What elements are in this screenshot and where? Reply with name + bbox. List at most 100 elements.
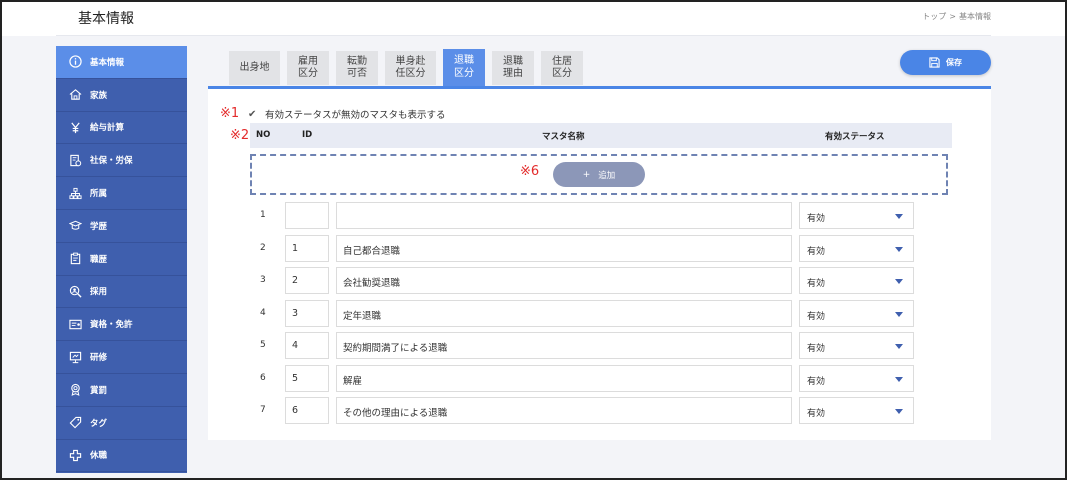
page-title: 基本情報 (78, 11, 134, 27)
sidebar-item-payroll[interactable]: 給与計算 (56, 112, 187, 145)
status-value: 有効 (807, 312, 826, 322)
sidebar-item-education[interactable]: 学歴 (56, 210, 187, 243)
id-input[interactable]: 6 (285, 397, 329, 424)
chevron-down-icon (895, 279, 903, 284)
tab-retirement-reason[interactable]: 退職 理由 (492, 51, 534, 85)
id-input[interactable] (285, 202, 329, 229)
sidebar-item-label: 職歴 (90, 254, 108, 265)
id-input[interactable]: 5 (285, 365, 329, 392)
status-value: 有効 (807, 279, 826, 289)
presentation-icon (68, 350, 82, 364)
tab-label: 退職 理由 (503, 55, 523, 80)
sidebar-item-training[interactable]: 研修 (56, 341, 187, 374)
column-header-name: マスタ名称 (542, 132, 585, 142)
sidebar-item-leave[interactable]: 休職 (56, 440, 187, 473)
add-label: 追加 (598, 170, 616, 181)
sidebar-item-qualifications[interactable]: 資格・免許 (56, 308, 187, 342)
row-no: 6 (260, 373, 266, 383)
tab-transfer-availability[interactable]: 転勤 可否 (336, 51, 378, 85)
status-value: 有効 (807, 409, 826, 419)
chevron-down-icon (895, 312, 903, 317)
tab-residence-type[interactable]: 住居 区分 (541, 51, 583, 85)
sidebar-item-label: 家族 (90, 90, 108, 101)
top-bar: 基本情報 トップ > 基本情報 (2, 2, 1065, 36)
add-button[interactable]: + 追加 (553, 162, 645, 187)
tab-label: 雇用 区分 (298, 55, 318, 80)
status-value: 有効 (807, 344, 826, 354)
floppy-disk-icon (929, 57, 940, 68)
sidebar-item-label: 学歴 (90, 221, 108, 232)
status-select[interactable]: 有効 (799, 332, 914, 359)
row-no: 7 (260, 405, 266, 415)
status-select[interactable]: 有効 (799, 267, 914, 294)
name-input[interactable]: 定年退職 (336, 300, 792, 327)
clipboard-icon (68, 252, 82, 266)
sidebar-item-recruitment[interactable]: 採用 (56, 276, 187, 309)
status-select[interactable]: 有効 (799, 397, 914, 424)
sidebar-item-insurance[interactable]: 社保・労保 (56, 144, 187, 178)
breadcrumb-top-link[interactable]: トップ (922, 12, 946, 21)
table-row: 3 2 会社勧奨退職 有効 (250, 267, 930, 294)
tab-birthplace[interactable]: 出身地 (229, 51, 280, 85)
yen-icon (68, 120, 82, 134)
medical-cross-icon (68, 448, 82, 462)
sidebar-item-label: 研修 (90, 353, 108, 364)
chevron-down-icon (895, 247, 903, 252)
tab-employment-type[interactable]: 雇用 区分 (287, 51, 329, 85)
row-no: 4 (260, 308, 266, 318)
graduation-cap-icon (68, 219, 82, 233)
row-no: 5 (260, 340, 266, 350)
name-input[interactable]: 契約期間満了による退職 (336, 332, 792, 359)
status-select[interactable]: 有効 (799, 235, 914, 262)
search-person-icon (68, 284, 82, 298)
column-header-no: NO (256, 130, 271, 140)
id-input[interactable]: 1 (285, 235, 329, 262)
table-row: 6 5 解雇 有効 (250, 365, 930, 392)
name-input[interactable]: 会社勧奨退職 (336, 267, 792, 294)
row-no: 1 (260, 210, 266, 220)
breadcrumb: トップ > 基本情報 (922, 11, 991, 22)
house-icon (68, 88, 82, 102)
id-input[interactable]: 4 (285, 332, 329, 359)
sidebar-item-awards[interactable]: 賞罰 (56, 374, 187, 407)
save-button[interactable]: 保存 (900, 50, 991, 75)
sidebar-item-label: 休職 (90, 451, 108, 462)
plus-icon: + (582, 169, 591, 180)
sidebar-item-basic-info[interactable]: 基本情報 (56, 46, 187, 79)
info-icon (68, 55, 82, 69)
tab-label: 退職 区分 (454, 55, 474, 79)
sidebar-item-work-history[interactable]: 職歴 (56, 243, 187, 276)
breadcrumb-current: 基本情報 (959, 12, 991, 21)
sidebar-item-affiliation[interactable]: 所属 (56, 177, 187, 210)
document-icon (68, 153, 82, 167)
id-input[interactable]: 2 (285, 267, 329, 294)
name-input[interactable]: 解雇 (336, 365, 792, 392)
show-inactive-checkbox[interactable]: ✔ 有効ステータスが無効のマスタも表示する (248, 107, 446, 122)
sidebar-item-label: 資格・免許 (90, 320, 133, 331)
sidebar-item-label: 採用 (90, 287, 108, 298)
name-input[interactable] (336, 202, 792, 229)
tab-retirement-type[interactable]: 退職 区分 (443, 49, 485, 86)
status-select[interactable]: 有効 (799, 300, 914, 327)
breadcrumb-separator: > (949, 12, 956, 21)
chevron-down-icon (895, 377, 903, 382)
table-header: NO ID マスタ名称 有効ステータス (250, 123, 952, 148)
sidebar-item-label: 社保・労保 (90, 156, 133, 167)
name-input[interactable]: その他の理由による退職 (336, 397, 792, 424)
sidebar-item-label: 賞罰 (90, 385, 108, 396)
chevron-down-icon (895, 409, 903, 414)
id-input[interactable]: 3 (285, 300, 329, 327)
sidebar-item-label: 給与計算 (90, 123, 125, 134)
status-value: 有効 (807, 377, 826, 387)
note-marker-1: ※1 (220, 106, 240, 121)
sidebar-item-family[interactable]: 家族 (56, 79, 187, 112)
sidebar-item-label: 所属 (90, 189, 108, 200)
tab-solo-assignment[interactable]: 単身赴 任区分 (385, 51, 436, 85)
master-tabs: 出身地 雇用 区分 転勤 可否 単身赴 任区分 退職 区分 退職 理由 住居 区分 (229, 49, 583, 86)
checkmark-icon: ✔ (248, 108, 257, 120)
sidebar-item-tags[interactable]: タグ (56, 407, 187, 440)
status-select[interactable]: 有効 (799, 365, 914, 392)
name-input[interactable]: 自己都合退職 (336, 235, 792, 262)
status-select[interactable]: 有効 (799, 202, 914, 229)
table-row: 7 6 その他の理由による退職 有効 (250, 397, 930, 424)
